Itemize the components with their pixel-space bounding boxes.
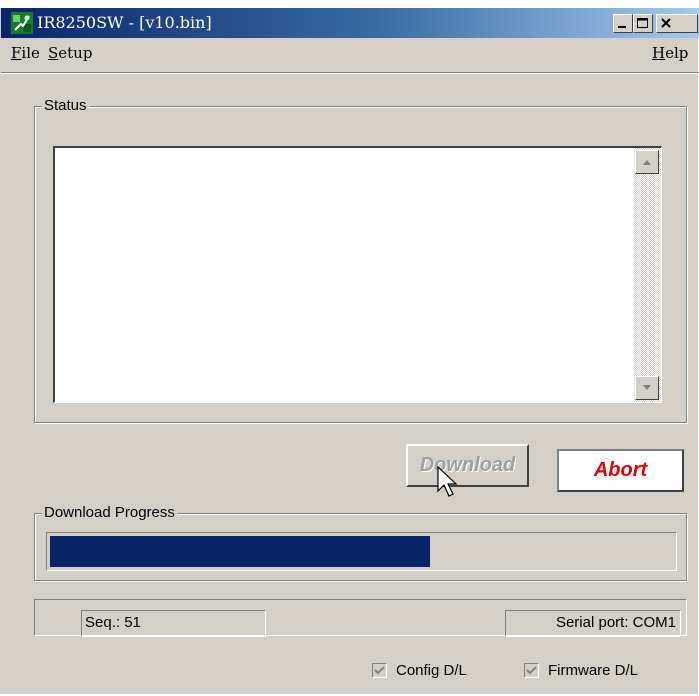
maximize-button[interactable] — [633, 14, 653, 33]
config-dl-label: Config D/L — [396, 662, 467, 679]
serial-port-panel: Serial port: COM1 — [505, 610, 681, 637]
close-icon — [661, 18, 671, 28]
minimize-icon — [618, 26, 626, 28]
status-textarea[interactable] — [53, 146, 662, 403]
title-bar[interactable]: IR8250SW - [v10.bin] — [1, 8, 699, 38]
mouse-cursor-icon — [437, 466, 458, 497]
menu-help-mnemonic: H — [652, 44, 666, 62]
app-logo-icon — [11, 12, 33, 34]
checkmark-icon — [374, 666, 385, 675]
menu-setup[interactable]: Setup — [48, 44, 92, 62]
download-progress-label: Download Progress — [42, 504, 177, 521]
window-title: IR8250SW - [v10.bin] — [37, 13, 212, 32]
firmware-dl-checkbox[interactable]: Firmware D/L — [524, 662, 638, 679]
arrow-up-icon — [643, 160, 651, 165]
close-button[interactable] — [656, 14, 698, 33]
download-button-label: Download — [419, 454, 516, 476]
seq-panel: Seq.: 51 — [81, 610, 266, 637]
minimize-button[interactable] — [613, 14, 633, 33]
checkmark-icon — [526, 666, 537, 675]
scroll-up-button[interactable] — [635, 150, 659, 174]
menu-separator — [1, 72, 699, 74]
app-window: IR8250SW - [v10.bin] File Setup Help Sta… — [0, 8, 699, 694]
config-dl-checkbox[interactable]: Config D/L — [372, 662, 467, 679]
status-scrollbar[interactable] — [634, 148, 661, 402]
abort-button-label: Abort — [593, 459, 648, 481]
download-progress-fill — [50, 536, 430, 567]
scroll-down-button[interactable] — [635, 376, 659, 400]
abort-button[interactable]: Abort — [557, 449, 684, 492]
firmware-dl-box[interactable] — [524, 663, 539, 678]
download-button[interactable]: Download — [406, 444, 529, 487]
menu-file[interactable]: File — [11, 44, 40, 62]
menu-bar: File Setup Help — [1, 40, 699, 66]
menu-help[interactable]: Help — [652, 44, 688, 62]
status-group-label: Status — [42, 97, 89, 114]
menu-setup-mnemonic: S — [48, 44, 59, 62]
arrow-down-icon — [643, 385, 651, 390]
maximize-icon — [637, 18, 648, 28]
menu-file-mnemonic: F — [11, 44, 22, 62]
config-dl-box[interactable] — [372, 663, 387, 678]
status-bar: Seq.: 51 Serial port: COM1 — [34, 599, 687, 637]
download-progress-bar — [46, 532, 677, 571]
firmware-dl-label: Firmware D/L — [548, 662, 639, 679]
